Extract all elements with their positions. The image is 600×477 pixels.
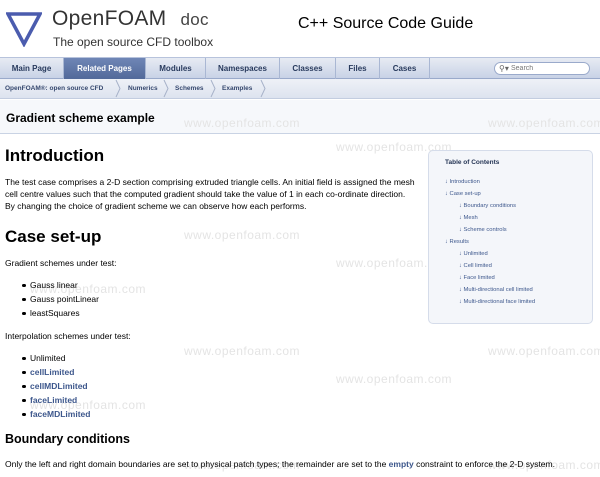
watermark: www.openfoam.com <box>184 228 301 242</box>
watermark: www.openfoam.com <box>488 344 600 358</box>
link-face-limited[interactable]: faceLimited <box>21 394 77 406</box>
page-title: Gradient scheme example <box>6 111 155 125</box>
breadcrumb-separator-icon <box>260 79 266 98</box>
tab-related-pages[interactable]: Related Pages <box>64 58 146 79</box>
watermark: www.openfoam.com <box>488 116 600 130</box>
brand-name: OpenFOAM <box>52 7 167 30</box>
boundary-paragraph: Only the left and right domain boundarie… <box>5 458 595 470</box>
list-item: leastSquares <box>22 308 80 318</box>
link-empty[interactable]: empty <box>389 459 414 469</box>
breadcrumb: OpenFOAM®: open source CFD Numerics Sche… <box>0 79 600 99</box>
tab-modules[interactable]: Modules <box>146 58 206 79</box>
main-nav: Main Page Related Pages Modules Namespac… <box>0 57 600 79</box>
guide-title: C++ Source Code Guide <box>298 15 474 32</box>
openfoam-logo-icon[interactable] <box>6 11 42 47</box>
toc-item-face-limited[interactable]: ↓ Face limited <box>459 275 495 281</box>
search-icon[interactable]: ⚲▾ <box>499 64 509 74</box>
heading-boundary-conditions: Boundary conditions <box>5 432 130 446</box>
list-item: Gauss linear <box>22 280 78 290</box>
toc-item-unlimited[interactable]: ↓ Unlimited <box>459 251 488 257</box>
breadcrumb-separator-icon <box>115 79 121 98</box>
watermark: www.openfoam.com <box>336 372 453 386</box>
toc-item-case-setup[interactable]: ↓ Case set-up <box>445 191 481 197</box>
boundary-text: Only the left and right domain boundarie… <box>5 459 389 469</box>
link-face-md-limited[interactable]: faceMDLimited <box>21 408 90 420</box>
brand[interactable]: OpenFOAM doc <box>52 7 209 31</box>
heading-introduction: Introduction <box>5 146 105 165</box>
brand-doc: doc <box>180 10 209 29</box>
tab-main-page[interactable]: Main Page <box>0 58 64 79</box>
breadcrumb-item-examples[interactable]: Examples <box>222 79 252 98</box>
toc-item-results[interactable]: ↓ Results <box>445 239 469 245</box>
heading-case-setup: Case set-up <box>5 227 102 246</box>
toc-item-boundary-conditions[interactable]: ↓ Boundary conditions <box>459 203 516 209</box>
search-box[interactable]: ⚲▾ <box>494 62 590 75</box>
tab-cases[interactable]: Cases <box>380 58 430 79</box>
table-of-contents: Table of Contents ↓ Introduction ↓ Case … <box>428 150 593 324</box>
toc-item-introduction[interactable]: ↓ Introduction <box>445 179 480 185</box>
toc-item-cell-limited[interactable]: ↓ Cell limited <box>459 263 492 269</box>
list-item: Gauss pointLinear <box>22 294 99 304</box>
breadcrumb-item-schemes[interactable]: Schemes <box>175 79 204 98</box>
tab-classes[interactable]: Classes <box>280 58 336 79</box>
boundary-text: constraint to enforce the 2-D system. <box>413 459 555 469</box>
tagline: The open source CFD toolbox <box>53 35 214 49</box>
link-cell-md-limited[interactable]: cellMDLimited <box>22 380 88 392</box>
breadcrumb-separator-icon <box>163 79 169 98</box>
gradient-schemes-label: Gradient schemes under test: <box>5 258 117 268</box>
search-input[interactable] <box>511 63 585 74</box>
watermark: www.openfoam.com <box>184 116 301 130</box>
tab-files[interactable]: Files <box>336 58 380 79</box>
toc-item-scheme-controls[interactable]: ↓ Scheme controls <box>459 227 507 233</box>
watermark: www.openfoam.com <box>184 344 301 358</box>
breadcrumb-item-numerics[interactable]: Numerics <box>128 79 158 98</box>
list-item: Unlimited <box>21 353 66 363</box>
toc-item-multi-directional-cell-limited[interactable]: ↓ Multi-directional cell limited <box>459 287 533 293</box>
site-header: OpenFOAM doc The open source CFD toolbox … <box>0 0 600 57</box>
breadcrumb-item-openfoam[interactable]: OpenFOAM®: open source CFD <box>5 79 103 98</box>
interp-schemes-label: Interpolation schemes under test: <box>5 331 131 341</box>
breadcrumb-separator-icon <box>210 79 216 98</box>
toc-item-mesh[interactable]: ↓ Mesh <box>459 215 478 221</box>
tab-namespaces[interactable]: Namespaces <box>206 58 280 79</box>
toc-item-multi-directional-face-limited[interactable]: ↓ Multi-directional face limited <box>459 299 535 305</box>
intro-paragraph: The test case comprises a 2-D section co… <box>5 177 415 212</box>
toc-title: Table of Contents <box>445 159 500 166</box>
link-cell-limited[interactable]: cellLimited <box>21 366 74 378</box>
